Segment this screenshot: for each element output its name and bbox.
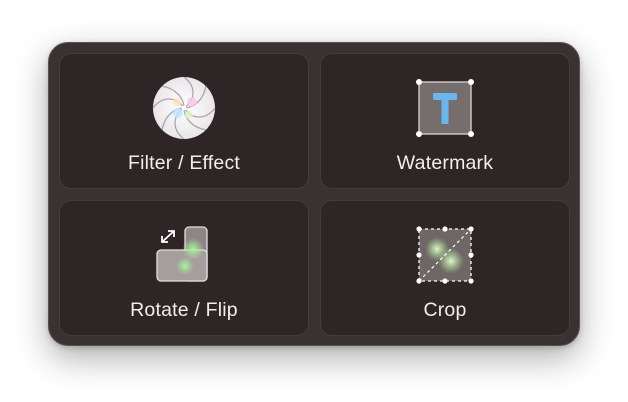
text-watermark-icon [413,76,477,140]
crop-button[interactable]: Crop [320,200,570,336]
image-tools-panel: Filter / Effect Watermark Rotate / Flip … [48,42,580,346]
watermark-label: Watermark [396,152,494,174]
crop-label: Crop [423,299,467,321]
aperture-filter-icon [152,76,216,140]
filter-effect-button[interactable]: Filter / Effect [59,53,309,189]
rotate-flip-label: Rotate / Flip [130,299,238,321]
rotate-flip-icon [152,223,216,287]
rotate-flip-button[interactable]: Rotate / Flip [59,200,309,336]
watermark-button[interactable]: Watermark [320,53,570,189]
filter-effect-label: Filter / Effect [127,152,241,174]
crop-icon [413,223,477,287]
